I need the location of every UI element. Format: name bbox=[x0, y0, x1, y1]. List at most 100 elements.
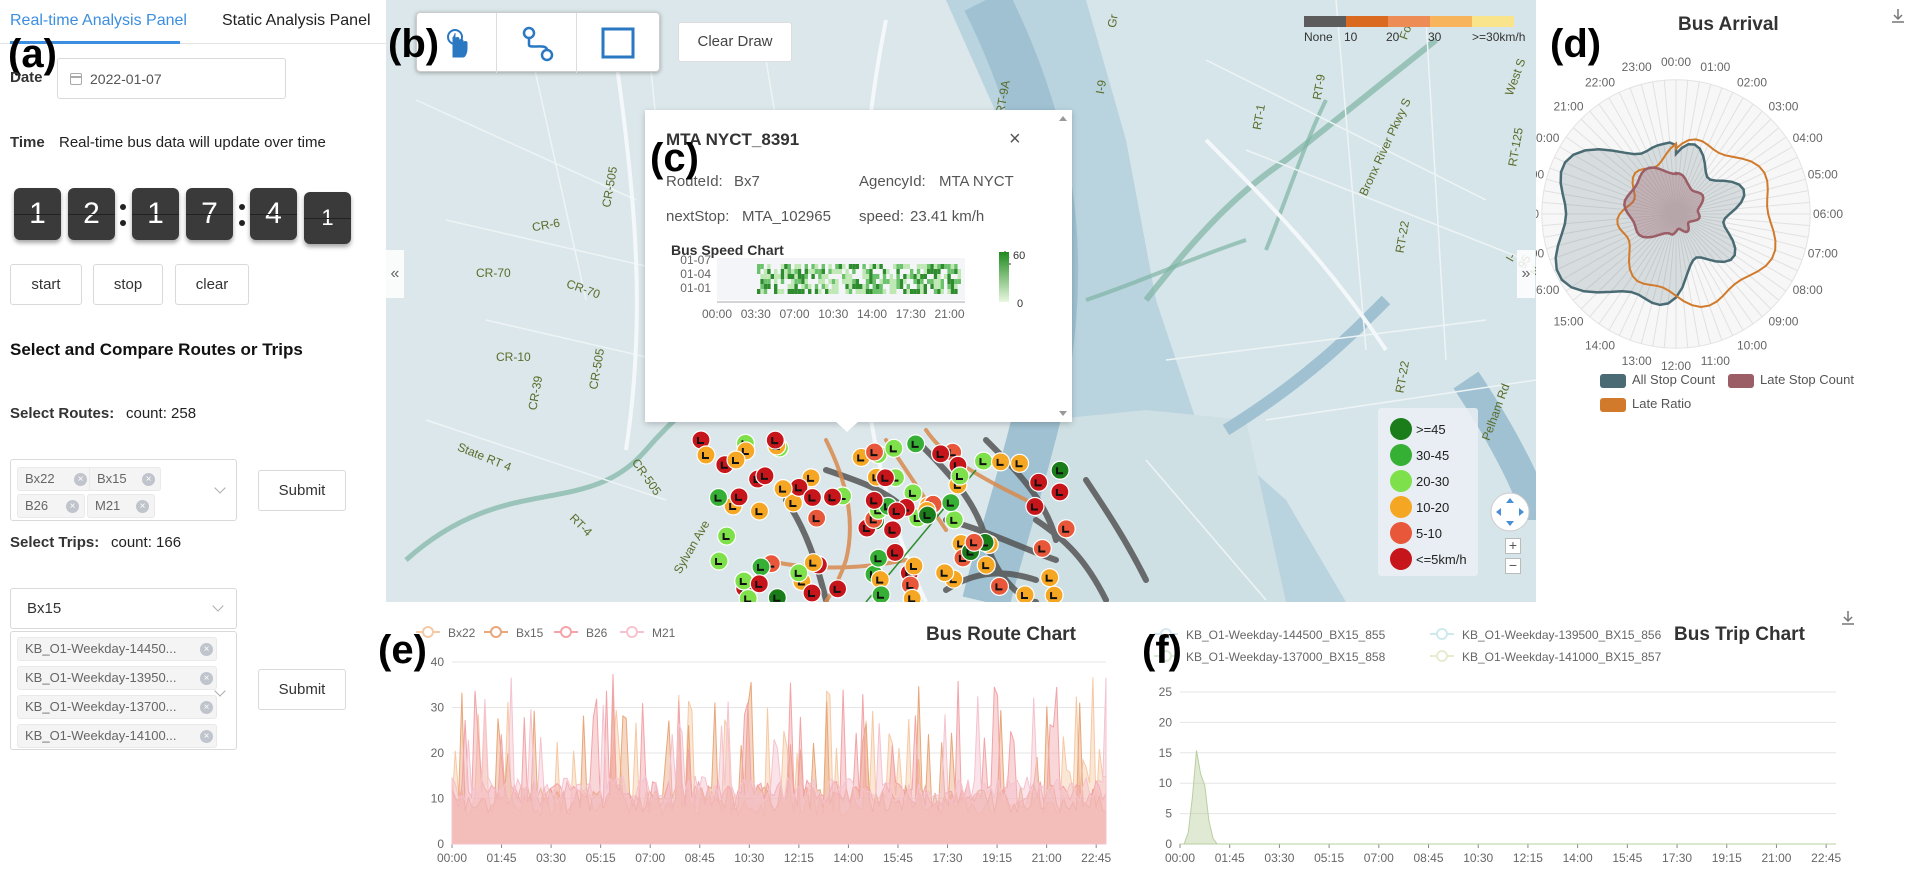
trips-submit-button[interactable]: Submit bbox=[258, 669, 346, 710]
remove-chip-icon[interactable]: × bbox=[66, 500, 79, 513]
bus-marker[interactable] bbox=[989, 576, 1010, 596]
routes-multiselect[interactable]: Bx22 × Bx15 × B26 × M21 × bbox=[10, 459, 237, 521]
bus-marker[interactable] bbox=[887, 501, 907, 521]
bus-marker[interactable] bbox=[944, 510, 964, 530]
bus-marker[interactable] bbox=[976, 555, 996, 575]
bus-marker[interactable] bbox=[885, 542, 905, 563]
bus-marker[interactable] bbox=[884, 438, 904, 458]
bus-marker[interactable] bbox=[950, 466, 970, 486]
bus-marker[interactable] bbox=[1025, 496, 1045, 517]
legend-item[interactable]: KB_O1-Weekday-141000_BX15_857 bbox=[1430, 650, 1662, 664]
collapse-right-button[interactable]: » bbox=[1517, 250, 1535, 298]
clear-button[interactable]: clear bbox=[175, 264, 249, 305]
stop-button[interactable]: stop bbox=[93, 264, 163, 305]
download-icon[interactable] bbox=[1840, 610, 1856, 626]
bus-marker[interactable] bbox=[773, 479, 793, 499]
bus-marker[interactable] bbox=[726, 450, 746, 470]
legend-item[interactable]: Bx15 bbox=[484, 626, 544, 640]
bus-marker[interactable] bbox=[749, 574, 769, 594]
bus-marker[interactable] bbox=[864, 442, 885, 462]
bus-marker[interactable] bbox=[789, 563, 809, 583]
bus-marker[interactable] bbox=[871, 585, 891, 602]
bus-marker[interactable] bbox=[1050, 460, 1070, 480]
bus-marker[interactable] bbox=[1015, 585, 1035, 602]
bus-marker[interactable] bbox=[917, 505, 938, 525]
bus-marker[interactable] bbox=[875, 468, 896, 488]
bus-marker[interactable] bbox=[1056, 519, 1076, 539]
remove-chip-icon[interactable]: × bbox=[136, 500, 149, 513]
date-picker-input[interactable]: 2022-01-07 bbox=[57, 58, 286, 99]
remove-chip-icon[interactable]: × bbox=[200, 672, 213, 685]
bus-marker[interactable] bbox=[765, 430, 785, 450]
bus-marker[interactable] bbox=[802, 583, 822, 602]
legend-item[interactable]: M21 bbox=[620, 626, 676, 640]
bus-marker[interactable] bbox=[882, 520, 903, 540]
download-icon[interactable] bbox=[1890, 8, 1906, 24]
bus-marker[interactable] bbox=[902, 588, 922, 602]
rectangle-tool-button[interactable] bbox=[577, 13, 657, 73]
legend-item[interactable]: KB_O1-Weekday-139500_BX15_856 bbox=[1430, 628, 1662, 642]
bus-marker[interactable] bbox=[822, 487, 843, 507]
heatmap-cell bbox=[777, 289, 781, 294]
bus-marker[interactable] bbox=[1040, 568, 1060, 588]
pan-control-icon[interactable] bbox=[1490, 492, 1530, 532]
bus-marker[interactable] bbox=[751, 557, 771, 577]
bus-marker[interactable] bbox=[734, 571, 754, 591]
close-icon[interactable]: × bbox=[1009, 128, 1021, 151]
bus-marker[interactable] bbox=[1050, 482, 1070, 502]
bus-marker[interactable] bbox=[1009, 453, 1030, 473]
bus-marker[interactable] bbox=[931, 444, 951, 464]
clear-draw-button[interactable]: Clear Draw bbox=[678, 22, 792, 62]
bus-marker[interactable] bbox=[964, 532, 984, 552]
legend-item[interactable]: B26 bbox=[554, 626, 608, 640]
bus-marker[interactable] bbox=[696, 445, 716, 465]
zoom-out-button[interactable]: − bbox=[1505, 558, 1521, 574]
legend-swatch-late bbox=[1728, 374, 1754, 388]
bus-marker[interactable] bbox=[1044, 585, 1064, 602]
remove-chip-icon[interactable]: × bbox=[74, 473, 87, 486]
bus-marker[interactable] bbox=[717, 526, 737, 546]
routes-submit-button[interactable]: Submit bbox=[258, 470, 346, 511]
bus-marker[interactable] bbox=[868, 548, 889, 568]
tab-static-analysis[interactable]: Static Analysis Panel bbox=[222, 12, 371, 30]
zoom-in-button[interactable]: + bbox=[1505, 538, 1521, 554]
polyline-tool-button[interactable] bbox=[497, 13, 577, 73]
bus-marker[interactable] bbox=[941, 493, 961, 513]
remove-chip-icon[interactable]: × bbox=[200, 701, 213, 714]
bus-marker[interactable] bbox=[755, 466, 775, 486]
trip-route-select[interactable]: Bx15 bbox=[10, 588, 237, 629]
start-button[interactable]: start bbox=[10, 264, 82, 305]
popup-scrollbar[interactable] bbox=[1056, 112, 1070, 420]
remove-chip-icon[interactable]: × bbox=[200, 730, 213, 743]
bus-marker[interactable] bbox=[1032, 538, 1052, 559]
bus-marker[interactable] bbox=[709, 551, 729, 571]
bus-marker[interactable] bbox=[708, 487, 729, 508]
bus-marker[interactable] bbox=[973, 451, 994, 471]
bus-marker[interactable] bbox=[767, 588, 787, 602]
route-chip: Bx22 × bbox=[17, 467, 93, 491]
bus-marker[interactable] bbox=[729, 487, 749, 507]
collapse-left-button[interactable]: « bbox=[386, 250, 404, 298]
heatmap-cell bbox=[916, 289, 921, 294]
bus-marker[interactable] bbox=[807, 508, 827, 528]
bus-marker[interactable] bbox=[1029, 472, 1049, 492]
bus-marker[interactable] bbox=[904, 556, 924, 576]
heatmap-cell bbox=[774, 284, 778, 289]
legend-item[interactable]: KB_O1-Weekday-144500_BX15_855 bbox=[1154, 628, 1386, 642]
bus-marker[interactable] bbox=[802, 487, 823, 508]
legend-item[interactable]: KB_O1-Weekday-137000_BX15_858 bbox=[1154, 650, 1386, 664]
bus-marker[interactable] bbox=[906, 434, 926, 454]
remove-chip-icon[interactable]: × bbox=[200, 643, 213, 656]
bus-marker[interactable] bbox=[990, 452, 1011, 472]
remove-chip-icon[interactable]: × bbox=[142, 473, 155, 486]
chevron-down-icon[interactable] bbox=[214, 482, 226, 494]
bus-marker[interactable] bbox=[749, 501, 770, 521]
heatmap-cell bbox=[791, 269, 795, 274]
hour-label: 10:00 bbox=[1737, 339, 1767, 353]
trips-multiselect[interactable]: KB_O1-Weekday-14450... × KB_O1-Weekday-13… bbox=[10, 631, 237, 750]
bus-marker[interactable] bbox=[864, 490, 884, 510]
bus-marker[interactable] bbox=[935, 563, 955, 583]
bus-marker[interactable] bbox=[828, 579, 848, 599]
chevron-down-icon[interactable] bbox=[212, 600, 224, 612]
tab-real-time-analysis[interactable]: Real-time Analysis Panel bbox=[10, 12, 187, 30]
